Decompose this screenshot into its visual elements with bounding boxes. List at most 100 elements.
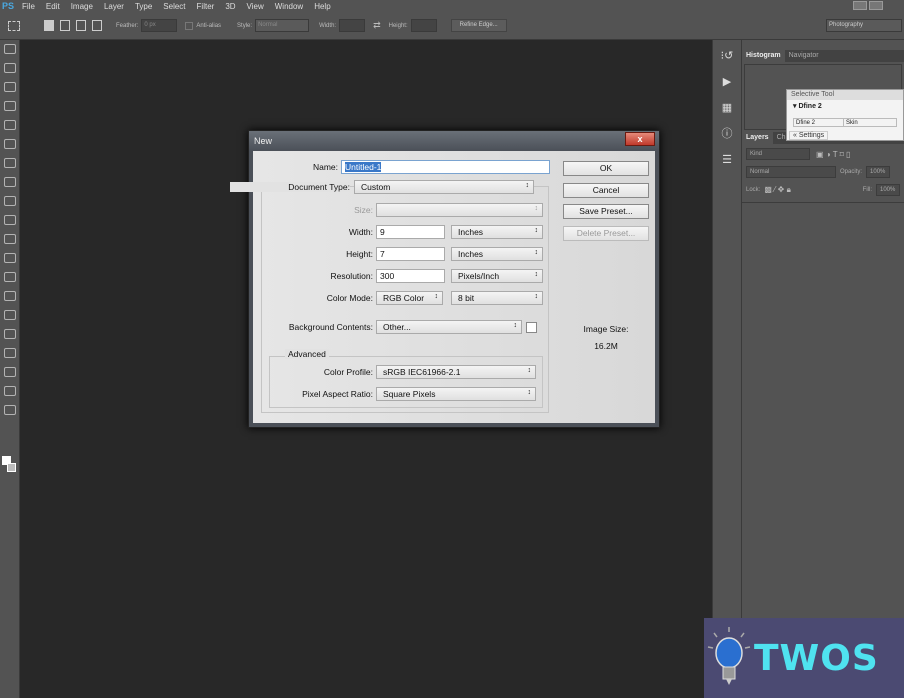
- opacity-input[interactable]: 100%: [866, 166, 891, 178]
- intersect-selection-icon[interactable]: [92, 20, 102, 31]
- layer-filter-kind[interactable]: Kind: [746, 148, 810, 160]
- blur-tool-icon[interactable]: [3, 272, 16, 282]
- width-input[interactable]: 9: [376, 225, 445, 239]
- height-unit-select[interactable]: Inches: [451, 247, 543, 261]
- menu-select[interactable]: Select: [163, 2, 185, 11]
- workspace-select[interactable]: Photography: [826, 19, 902, 32]
- menu-edit[interactable]: Edit: [46, 2, 60, 11]
- opacity-label: Opacity:: [840, 169, 863, 175]
- blend-mode-select[interactable]: Normal: [746, 166, 836, 178]
- tab-navigator[interactable]: Navigator: [785, 50, 823, 62]
- antialias-checkbox[interactable]: [185, 21, 194, 30]
- resolution-unit-select[interactable]: Pixels/Inch: [451, 269, 543, 283]
- options-bar: Feather: 0 px Anti-alias Style: Normal W…: [0, 12, 904, 40]
- info-icon[interactable]: ⓘ: [720, 128, 734, 140]
- move-tool-icon[interactable]: [3, 44, 16, 54]
- twos-watermark: TWOS: [704, 618, 904, 698]
- type-tool-icon[interactable]: [3, 329, 16, 339]
- dialog-title: New: [249, 131, 659, 151]
- panel-icon-strip: ⁝↺ ▶ ▦ ⓘ ☰: [712, 40, 742, 698]
- menu-type[interactable]: Type: [135, 2, 152, 11]
- color-profile-select[interactable]: sRGB IEC61966-2.1: [376, 365, 536, 379]
- background-color-swatch[interactable]: [526, 322, 537, 333]
- pixel-aspect-select[interactable]: Square Pixels: [376, 387, 536, 401]
- brush-tool-icon[interactable]: [3, 177, 16, 187]
- background-select[interactable]: Other...: [376, 320, 522, 334]
- name-input[interactable]: Untitled-1: [341, 160, 550, 174]
- layer-filter-icons[interactable]: ▣ ◑ T ⌑ ▯: [816, 150, 850, 159]
- actions-play-icon[interactable]: ▶: [720, 76, 734, 88]
- refine-edge-button[interactable]: Refine Edge...: [450, 19, 507, 32]
- gradient-tool-icon[interactable]: [3, 253, 16, 263]
- lasso-tool-icon[interactable]: [3, 82, 16, 92]
- history-icon[interactable]: ⁝↺: [720, 50, 734, 62]
- feather-input[interactable]: 0 px: [141, 19, 178, 32]
- colormode-label: Color Mode:: [326, 293, 373, 303]
- healing-tool-icon[interactable]: [3, 158, 16, 168]
- menu-3d[interactable]: 3D: [225, 2, 235, 11]
- style-label: Style:: [237, 22, 253, 29]
- lightbulb-logo-icon: [707, 627, 751, 685]
- swap-icon[interactable]: ⇄: [373, 20, 381, 31]
- marquee-tool-icon[interactable]: [3, 63, 16, 73]
- menu-help[interactable]: Help: [314, 2, 330, 11]
- eraser-tool-icon[interactable]: [3, 234, 16, 244]
- stamp-tool-icon[interactable]: [3, 196, 16, 206]
- marquee-tool-icon[interactable]: [8, 20, 20, 31]
- selective-tool-col2[interactable]: Skin: [844, 119, 860, 126]
- add-selection-icon[interactable]: [60, 20, 70, 31]
- settings-tab[interactable]: « Settings: [789, 131, 829, 140]
- dodge-tool-icon[interactable]: [3, 291, 16, 301]
- height-input[interactable]: [410, 19, 437, 32]
- width-unit-select[interactable]: Inches: [451, 225, 543, 239]
- delete-preset-button[interactable]: Delete Preset...: [563, 226, 649, 241]
- height-label: Height:: [346, 249, 373, 259]
- selective-tool-item[interactable]: ▾ Dfine 2: [787, 100, 903, 112]
- selective-tool-panel: Selective Tool ▾ Dfine 2 Dfine 2 Skin « …: [786, 89, 904, 141]
- menu-filter[interactable]: Filter: [197, 2, 215, 11]
- eyedropper-tool-icon[interactable]: [3, 139, 16, 149]
- shape-tool-icon[interactable]: [3, 367, 16, 377]
- advanced-label: Advanced: [285, 349, 329, 359]
- fill-input[interactable]: 100%: [876, 184, 900, 196]
- path-select-tool-icon[interactable]: [3, 348, 16, 358]
- crop-tool-icon[interactable]: [3, 120, 16, 130]
- menu-layer[interactable]: Layer: [104, 2, 124, 11]
- colormode-select[interactable]: RGB Color: [376, 291, 443, 305]
- menu-image[interactable]: Image: [71, 2, 93, 11]
- tab-layers[interactable]: Layers: [742, 132, 773, 144]
- background-color-swatch[interactable]: [7, 463, 16, 472]
- minimize-button[interactable]: [853, 1, 867, 10]
- new-selection-icon[interactable]: [44, 20, 54, 31]
- properties-icon[interactable]: ▦: [720, 102, 734, 114]
- tool-presets-icon[interactable]: ☰: [720, 154, 734, 166]
- history-brush-tool-icon[interactable]: [3, 215, 16, 225]
- close-button[interactable]: x: [625, 132, 655, 146]
- lock-icons[interactable]: ▩ ⁄ ✥ 🔒︎: [764, 185, 791, 195]
- ok-button[interactable]: OK: [563, 161, 649, 176]
- hand-tool-icon[interactable]: [3, 386, 16, 396]
- width-label: Width:: [319, 22, 337, 29]
- menu-window[interactable]: Window: [275, 2, 303, 11]
- bitdepth-select[interactable]: 8 bit: [451, 291, 543, 305]
- menu-file[interactable]: File: [22, 2, 35, 11]
- doctype-select[interactable]: Custom: [354, 180, 534, 194]
- restore-button[interactable]: [869, 1, 883, 10]
- size-select[interactable]: [376, 203, 543, 217]
- subtract-selection-icon[interactable]: [76, 20, 86, 31]
- width-input[interactable]: [339, 19, 366, 32]
- resolution-input[interactable]: 300: [376, 269, 445, 283]
- width-label: Width:: [348, 227, 373, 237]
- quick-select-tool-icon[interactable]: [3, 101, 16, 111]
- selective-tool-col1[interactable]: Dfine 2: [794, 119, 844, 126]
- pen-tool-icon[interactable]: [3, 310, 16, 320]
- image-size-value: 16.2M: [594, 341, 618, 351]
- style-select[interactable]: Normal: [255, 19, 310, 32]
- height-input[interactable]: 7: [376, 247, 445, 261]
- zoom-tool-icon[interactable]: [3, 405, 16, 415]
- save-preset-button[interactable]: Save Preset...: [563, 204, 649, 219]
- menu-view[interactable]: View: [247, 2, 264, 11]
- watermark-text: TWOS: [754, 637, 879, 679]
- cancel-button[interactable]: Cancel: [563, 183, 649, 198]
- tab-histogram[interactable]: Histogram: [742, 50, 785, 62]
